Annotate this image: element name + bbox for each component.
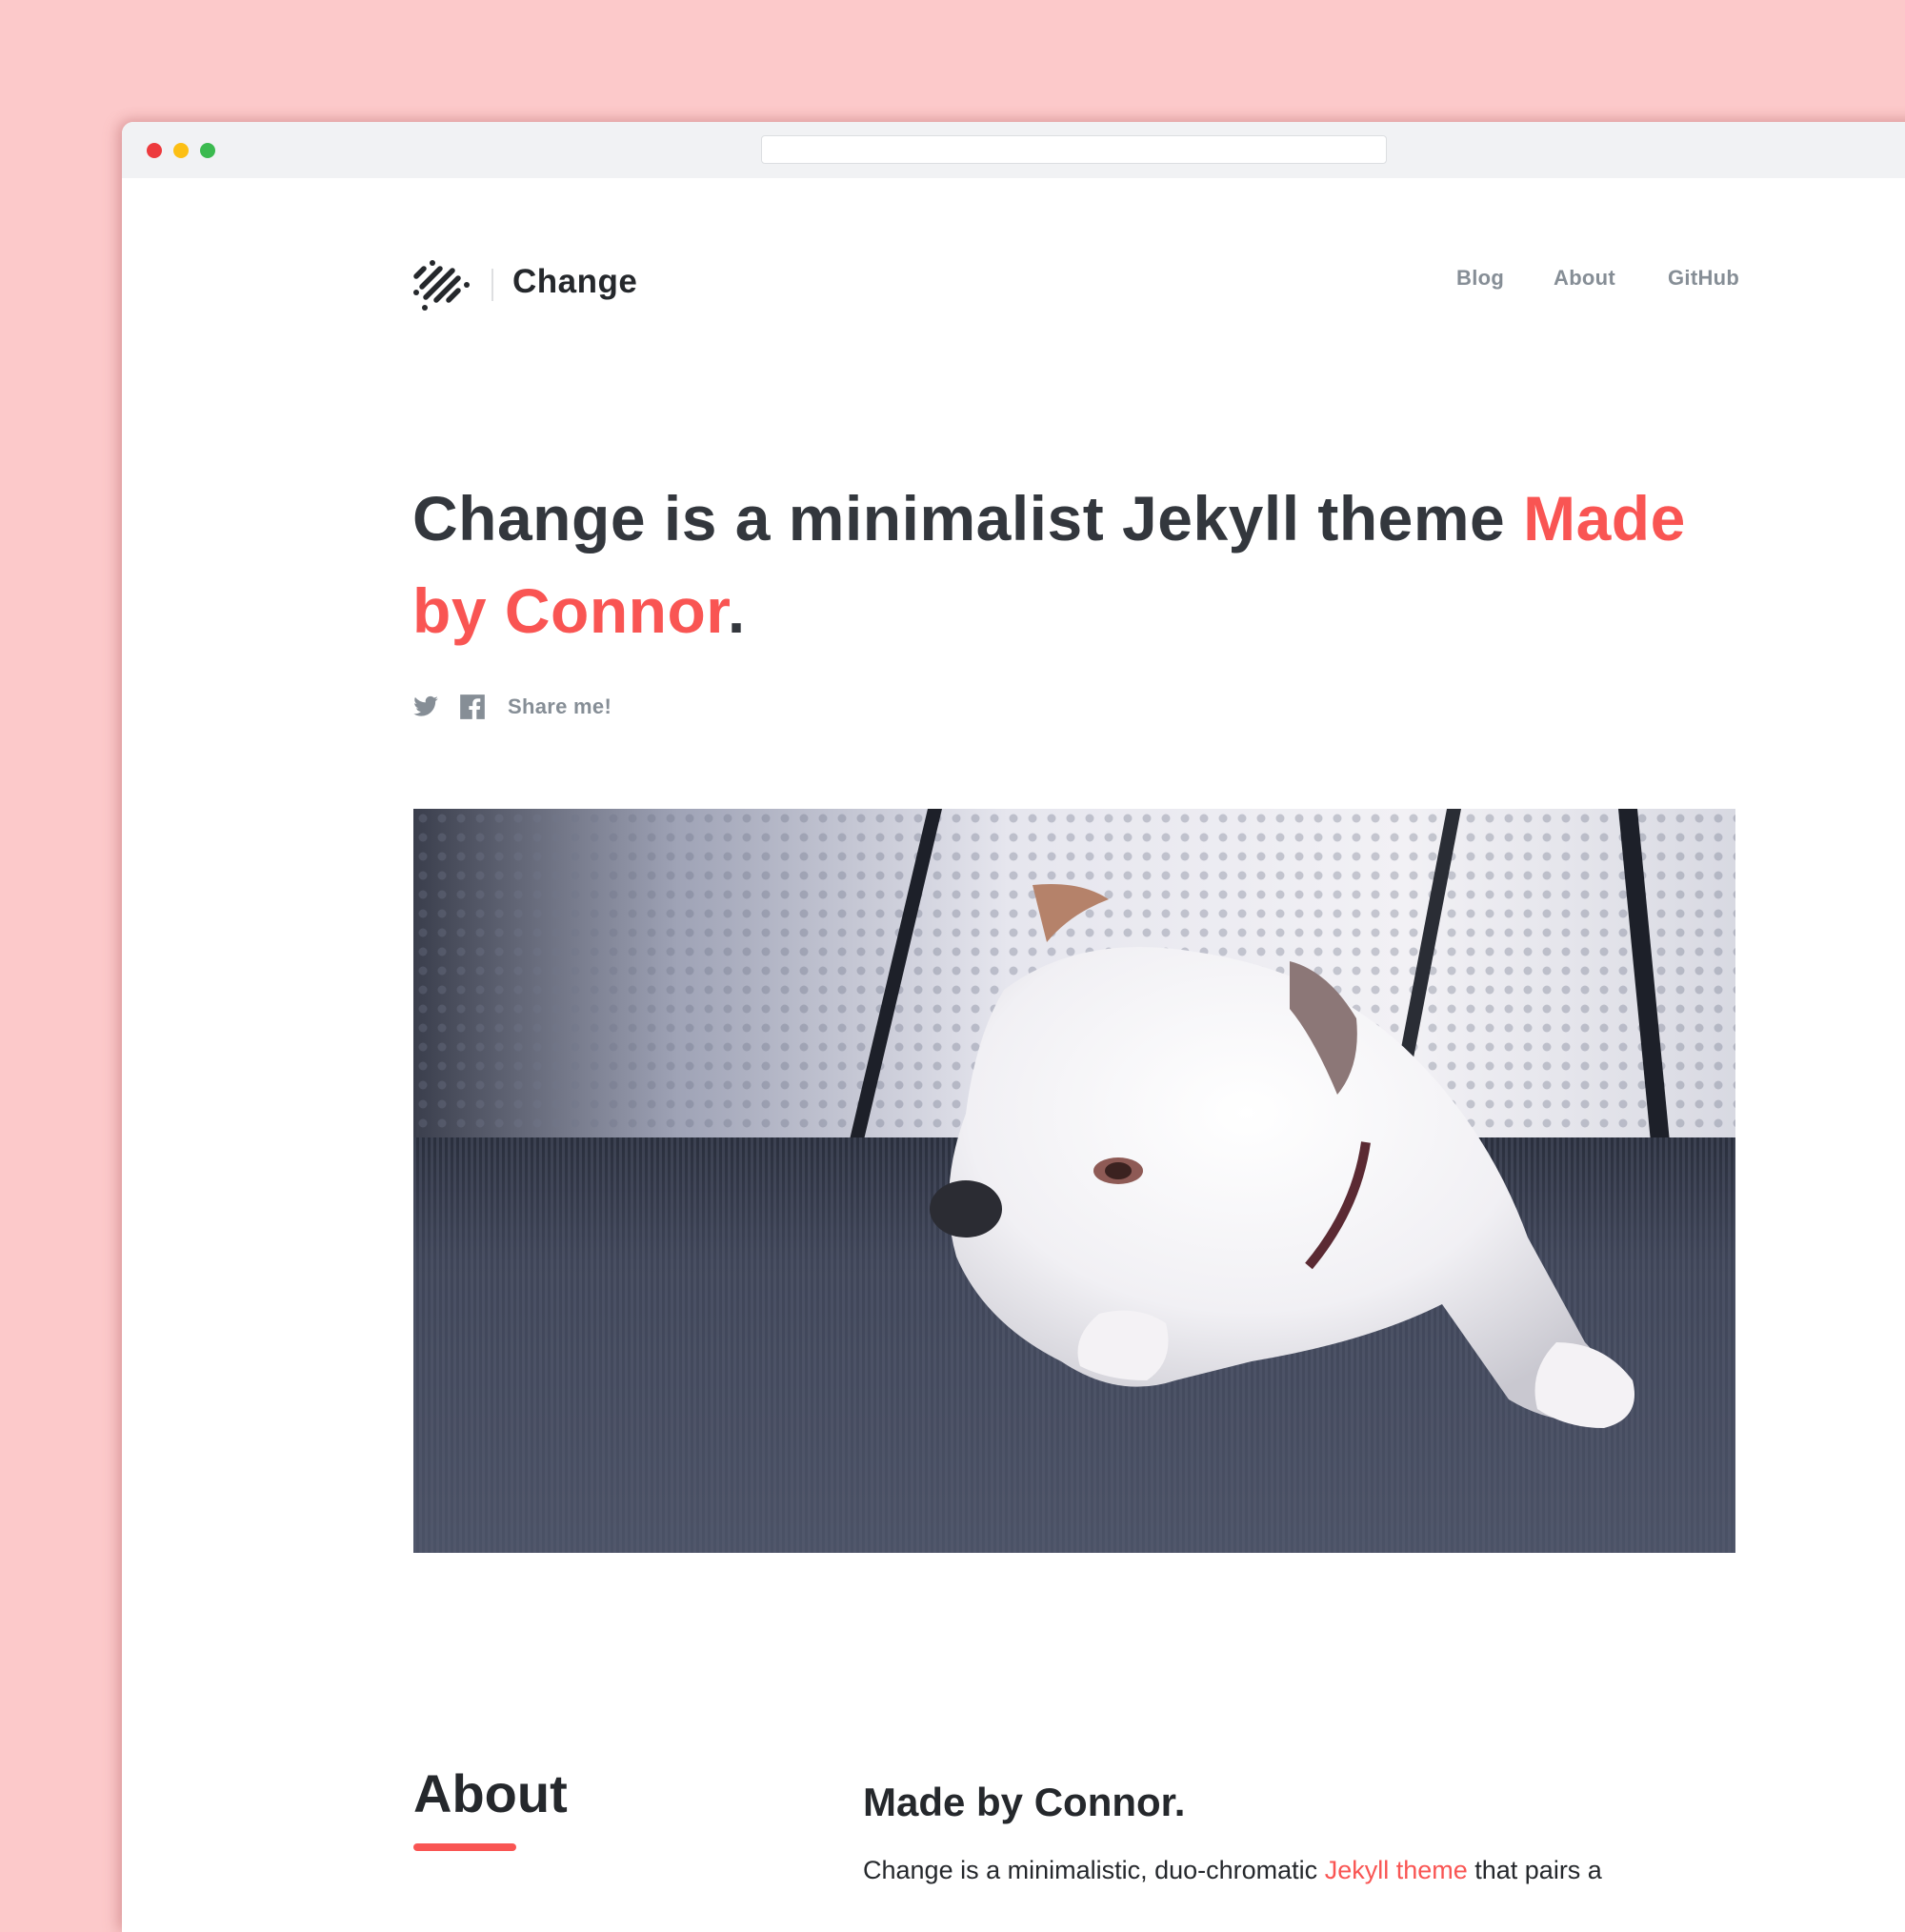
about-body-text: Change is a minimalistic, duo-chromatic … (863, 1856, 1602, 1885)
headline-text: Change is a minimalist Jekyll theme (412, 483, 1524, 553)
maximize-window-button[interactable] (200, 143, 215, 158)
jekyll-theme-link[interactable]: Jekyll theme (1325, 1856, 1468, 1884)
share-bar: Share me! (412, 692, 612, 722)
about-section-title: About (413, 1763, 568, 1823)
about-body-end: that pairs a (1467, 1856, 1602, 1884)
hero-image (413, 809, 1735, 1553)
headline-period: . (727, 575, 746, 646)
nav-blog-link[interactable]: Blog (1456, 266, 1504, 291)
twitter-icon[interactable] (412, 694, 439, 720)
site-brand-link[interactable]: Change (512, 263, 637, 301)
diagonal-stripes-logo-icon[interactable] (412, 258, 471, 312)
share-label[interactable]: Share me! (508, 694, 612, 719)
brand-divider (491, 269, 493, 301)
browser-window: Change Blog About GitHub Change is a min… (122, 122, 1905, 1932)
close-window-button[interactable] (147, 143, 162, 158)
address-bar[interactable] (761, 135, 1387, 164)
page-headline: Change is a minimalist Jekyll theme Made… (412, 473, 1746, 657)
bulldog-photo (413, 809, 1735, 1553)
minimize-window-button[interactable] (173, 143, 189, 158)
about-heading: Made by Connor. (863, 1780, 1186, 1824)
nav-about-link[interactable]: About (1554, 266, 1615, 291)
about-body-start: Change is a minimalistic, duo-chromatic (863, 1856, 1325, 1884)
about-title-underline (413, 1843, 516, 1851)
nav-github-link[interactable]: GitHub (1668, 266, 1739, 291)
browser-chrome (122, 122, 1905, 178)
facebook-icon[interactable] (459, 694, 486, 720)
